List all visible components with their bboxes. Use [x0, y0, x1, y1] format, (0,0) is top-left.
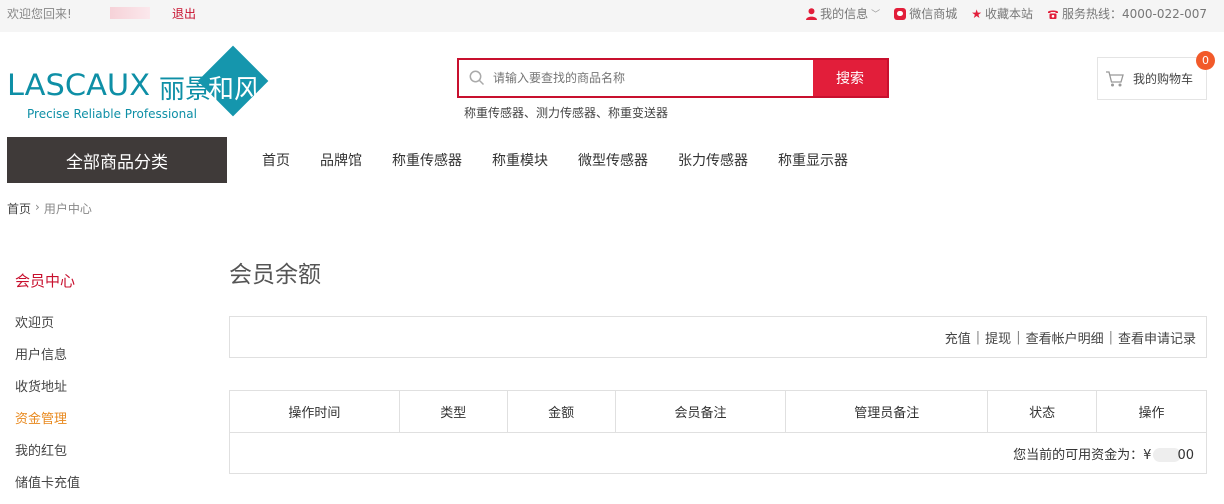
cart-count-badge: 0: [1196, 51, 1215, 70]
sidebar-item-stored-value-card[interactable]: 储值卡充值: [15, 472, 80, 504]
page-title: 会员余额: [229, 262, 321, 288]
wechat-mall-link[interactable]: 微信商城: [894, 5, 957, 22]
withdraw-link[interactable]: 提现: [985, 328, 1011, 347]
top-bar-links: 我的信息 ﹀ 微信商城 ★ 收藏本站 服务热线：4000-022-007: [806, 5, 1207, 22]
nav-item-brands[interactable]: 品牌馆: [305, 150, 377, 170]
my-info-label: 我的信息: [820, 7, 869, 21]
table-header-row: 操作时间 类型 金额 会员备注 管理员备注 状态 操作: [229, 390, 1207, 433]
search-button[interactable]: 搜索: [813, 60, 887, 96]
main-nav: 首页 品牌馆 称重传感器 称重模块 微型传感器 张力传感器 称重显示器: [247, 137, 863, 183]
balance-suffix: 00: [1177, 447, 1194, 463]
sidebar-item-addresses[interactable]: 收货地址: [15, 376, 80, 408]
col-admin-note: 管理员备注: [785, 390, 989, 433]
account-details-link[interactable]: 查看帐户明细: [1026, 328, 1104, 347]
nav-item-tension-sensors[interactable]: 张力传感器: [663, 150, 763, 170]
favorite-link[interactable]: ★ 收藏本站: [971, 5, 1033, 22]
sidebar-item-user-info[interactable]: 用户信息: [15, 344, 80, 376]
nav-item-weighing-sensors[interactable]: 称重传感器: [377, 150, 477, 170]
hotline: 服务热线：4000-022-007: [1047, 5, 1207, 22]
user-icon: [806, 7, 818, 20]
sidebar-title: 会员中心: [15, 272, 76, 290]
sidebar-item-funds[interactable]: 资金管理: [15, 408, 80, 440]
balance-label: 您当前的可用资金为：¥: [1013, 447, 1152, 463]
site-logo[interactable]: LASCAUX 丽景 和风 Precise Reliable Professio…: [7, 45, 277, 122]
nav-item-weighing-modules[interactable]: 称重模块: [477, 150, 563, 170]
wechat-mall-label: 微信商城: [909, 7, 958, 21]
breadcrumb-separator: ›: [35, 200, 40, 214]
col-member-note: 会员备注: [614, 390, 787, 433]
action-separator: |: [1016, 329, 1021, 345]
all-categories-button[interactable]: 全部商品分类: [7, 137, 227, 183]
col-type: 类型: [398, 390, 508, 433]
nav-item-weighing-displays[interactable]: 称重显示器: [763, 150, 863, 170]
wechat-icon: [894, 7, 907, 20]
recharge-link[interactable]: 充值: [945, 328, 971, 347]
search-icon: [469, 70, 485, 86]
chevron-down-icon: ﹀: [871, 10, 881, 20]
logo-brand-en: LASCAUX: [7, 68, 151, 102]
search-input[interactable]: [493, 71, 793, 85]
cart-icon: [1106, 70, 1124, 86]
phone-icon: [1047, 10, 1058, 19]
logout-link[interactable]: 退出: [172, 5, 196, 22]
nav-item-micro-sensors[interactable]: 微型传感器: [563, 150, 663, 170]
logo-brand-cn-highlight: 和风: [208, 75, 261, 105]
col-operation: 操作: [1096, 390, 1207, 433]
search-field: [459, 60, 813, 96]
balance-summary-cell: 您当前的可用资金为：¥ 00: [229, 432, 1207, 474]
cart-label: 我的购物车: [1133, 72, 1194, 86]
top-bar: 欢迎您回来! 退出 我的信息 ﹀ 微信商城 ★ 收藏本站 服务热线：4000-0…: [0, 0, 1224, 32]
hot-search-words[interactable]: 称重传感器、测力传感器、称重变送器: [464, 104, 668, 121]
star-icon: ★: [971, 6, 982, 21]
favorite-label: 收藏本站: [984, 7, 1033, 21]
username-masked: [110, 7, 150, 19]
col-status: 状态: [987, 390, 1098, 433]
col-amount: 金额: [506, 390, 616, 433]
action-separator: |: [975, 329, 981, 345]
hotline-label: 服务热线：4000-022-007: [1061, 7, 1207, 21]
sidebar-item-welcome[interactable]: 欢迎页: [15, 312, 80, 344]
search-bar: 搜索: [457, 58, 889, 98]
account-actions: 充值 | 提现 | 查看帐户明细 | 查看申请记录: [229, 316, 1207, 358]
sidebar-item-red-packets[interactable]: 我的红包: [15, 440, 80, 472]
application-records-link[interactable]: 查看申请记录: [1118, 328, 1196, 347]
my-info-menu[interactable]: 我的信息 ﹀: [806, 5, 880, 22]
welcome-text: 欢迎您回来!: [7, 7, 72, 21]
balance-summary-row: 您当前的可用资金为：¥ 00: [229, 432, 1207, 474]
breadcrumb: 首页 › 用户中心: [7, 200, 92, 217]
balance-table: 操作时间 类型 金额 会员备注 管理员备注 状态 操作 您当前的可用资金为：¥ 0…: [229, 390, 1207, 474]
action-separator: |: [1108, 329, 1113, 345]
logo-tagline: Precise Reliable Professional: [27, 107, 197, 121]
breadcrumb-home[interactable]: 首页: [7, 200, 31, 217]
sidebar-menu: 欢迎页 用户信息 收货地址 资金管理 我的红包 储值卡充值: [15, 312, 80, 504]
cart-button[interactable]: 我的购物车 0: [1097, 51, 1215, 100]
breadcrumb-current: 用户中心: [43, 202, 92, 216]
nav-item-home[interactable]: 首页: [247, 150, 305, 170]
col-operation-time: 操作时间: [229, 390, 400, 433]
